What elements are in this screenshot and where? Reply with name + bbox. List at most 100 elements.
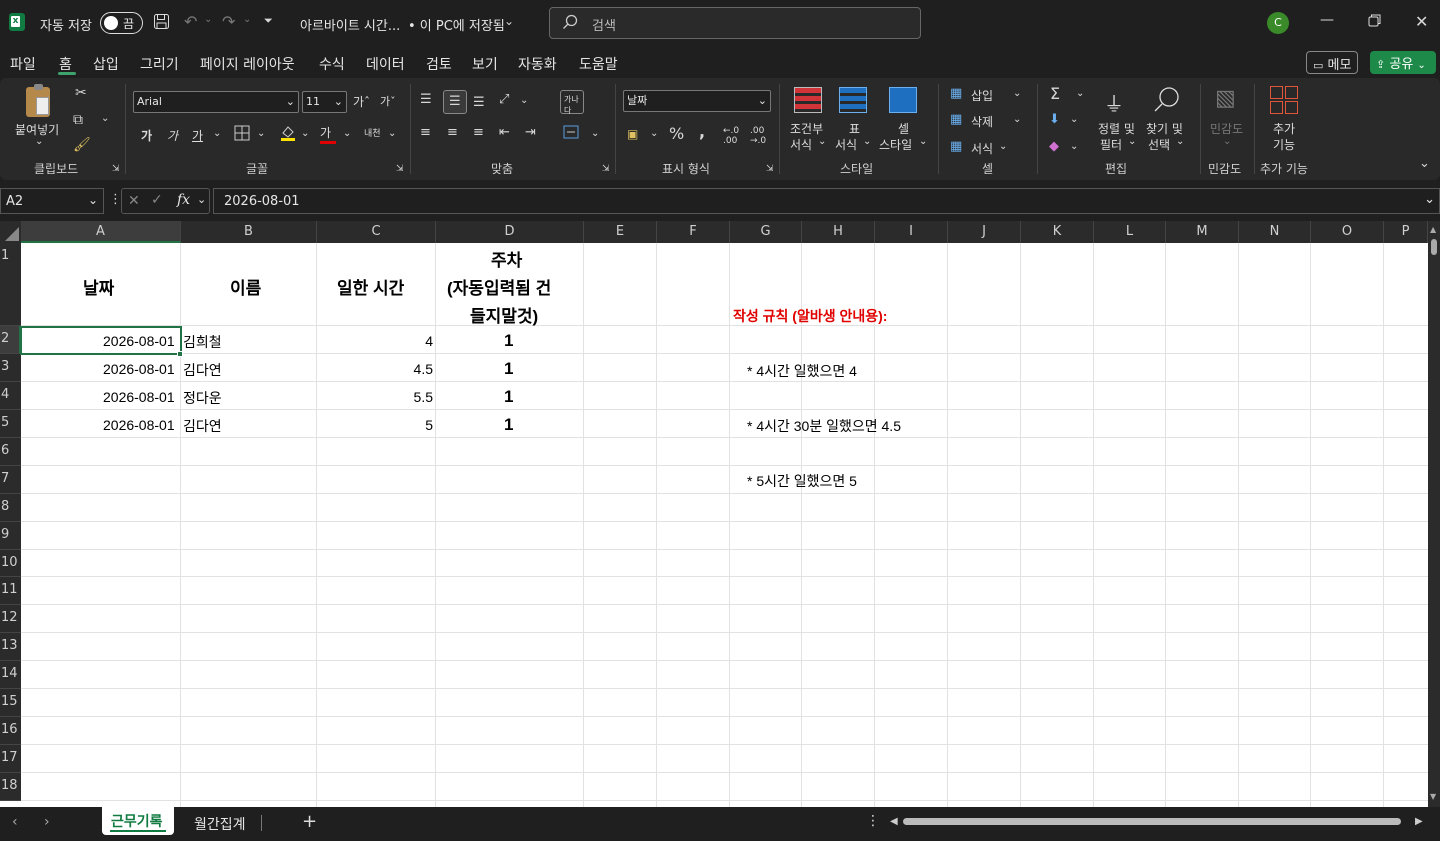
tab-data[interactable]: 데이터 [366, 54, 405, 74]
border-chevron-icon[interactable]: ⌄ [257, 128, 265, 139]
column-header-e[interactable]: E [584, 221, 657, 243]
insert-function-chevron-icon[interactable]: ⌄ [197, 193, 206, 206]
cell-c4[interactable]: 5.5 [414, 389, 433, 405]
align-left-icon[interactable]: ≡ [420, 125, 431, 140]
row-header-9[interactable]: 9 [0, 522, 21, 550]
clipboard-launcher-icon[interactable]: ⇲ [112, 164, 120, 174]
row-header-7[interactable]: 7 [0, 466, 21, 494]
column-header-f[interactable]: F [657, 221, 730, 243]
cell-styles-button[interactable]: 셀 스타일 ⌄ [879, 86, 929, 154]
insert-cells-chevron-icon[interactable]: ⌄ [1013, 88, 1021, 99]
font-size-dropdown[interactable]: 11 ⌄ [302, 91, 347, 113]
delete-cells-icon[interactable]: ▦ [950, 112, 962, 127]
autosave-toggle[interactable]: 끔 [100, 12, 143, 34]
cell-d5[interactable]: 1 [504, 415, 513, 435]
row-header-12[interactable]: 12 [0, 605, 21, 633]
column-header-j[interactable]: J [948, 221, 1021, 243]
tab-home[interactable]: 홈 [59, 54, 72, 74]
notes-title[interactable]: 작성 규칙 (알바생 안내용): [733, 306, 887, 326]
row-header-11[interactable]: 11 [0, 577, 21, 605]
align-right-icon[interactable]: ≡ [473, 125, 484, 140]
delete-cells-chevron-icon[interactable]: ⌄ [1013, 114, 1021, 125]
accounting-icon[interactable]: ▣ [627, 127, 638, 141]
decrease-decimal-icon[interactable]: .00 →.0 [750, 126, 766, 146]
format-painter-icon[interactable]: 🖌 [73, 137, 91, 153]
header-name[interactable]: 이름 [230, 274, 261, 299]
align-middle-button[interactable]: ☰ [443, 90, 467, 114]
header-date[interactable]: 날짜 [83, 274, 114, 299]
row-header-15[interactable]: 15 [0, 689, 21, 717]
decrease-indent-icon[interactable]: ⇤ [499, 125, 510, 140]
column-header-m[interactable]: M [1166, 221, 1239, 243]
bold-icon[interactable]: 가 [141, 127, 152, 144]
cell-c5[interactable]: 5 [425, 417, 433, 433]
scroll-left-icon[interactable]: ◀ [890, 816, 898, 827]
note-line-1[interactable]: * 4시간 일했으면 4 [747, 361, 857, 381]
merge-chevron-icon[interactable]: ⌄ [591, 128, 599, 139]
add-sheet-button[interactable]: + [302, 811, 317, 832]
note-line-2[interactable]: * 4시간 30분 일했으면 4.5 [747, 416, 901, 436]
column-header-k[interactable]: K [1021, 221, 1094, 243]
horizontal-scroll-thumb[interactable] [903, 818, 1401, 825]
column-header-c[interactable]: C [317, 221, 436, 243]
percent-icon[interactable]: % [669, 124, 684, 143]
row-header-10[interactable]: 10 [0, 550, 21, 577]
wrap-text-button[interactable]: 가나 다 [560, 90, 584, 115]
conditional-format-button[interactable]: 조건부 서식 ⌄ [788, 86, 830, 154]
scroll-down-icon[interactable]: ▼ [1430, 792, 1436, 801]
customize-qat-icon[interactable]: ⏷ [264, 14, 273, 28]
italic-icon[interactable]: 가 [167, 127, 178, 144]
cell-b3[interactable]: 김다연 [183, 360, 222, 380]
format-cells-label[interactable]: 서식 [971, 140, 993, 157]
column-header-h[interactable]: H [802, 221, 875, 243]
header-hours[interactable]: 일한 시간 [337, 274, 404, 299]
tab-options-icon[interactable]: ⋮ [866, 813, 880, 829]
title-chevron-down-icon[interactable]: ⌄ [504, 14, 514, 28]
find-select-button[interactable]: 찾기 및 선택 ⌄ [1144, 86, 1190, 154]
row-header-5[interactable]: 5 [0, 410, 21, 438]
tab-view[interactable]: 보기 [472, 54, 498, 74]
number-format-dropdown[interactable]: 날짜 ⌄ [623, 90, 771, 112]
fill-color-icon[interactable] [280, 124, 296, 146]
share-button[interactable]: ⇪ 공유 ⌄ [1370, 51, 1436, 74]
tab-page-layout[interactable]: 페이지 레이아웃 [200, 54, 295, 74]
minimize-icon[interactable]: — [1320, 12, 1334, 28]
avatar[interactable]: C [1267, 12, 1289, 34]
copy-icon[interactable]: ⧉ [73, 112, 83, 128]
addins-button[interactable]: 추가 기능 [1262, 86, 1308, 154]
cell-b4[interactable]: 정다운 [183, 388, 222, 408]
tab-draw[interactable]: 그리기 [140, 54, 179, 74]
column-header-d[interactable]: D [436, 221, 584, 243]
phonetic-chevron-icon[interactable]: ⌄ [388, 128, 396, 139]
row-header-18[interactable]: 18 [0, 773, 21, 801]
restore-icon[interactable] [1368, 14, 1381, 31]
cell-c2[interactable]: 4 [425, 333, 433, 349]
insert-cells-icon[interactable]: ▦ [950, 86, 962, 101]
column-header-l[interactable]: L [1094, 221, 1166, 243]
search-box[interactable]: 검색 [549, 7, 921, 39]
orientation-icon[interactable]: ⤢ [499, 92, 509, 107]
insert-cells-label[interactable]: 삽입 [971, 87, 993, 104]
cancel-entry-icon[interactable]: ✕ [128, 193, 140, 209]
insert-function-icon[interactable]: fx [177, 192, 190, 208]
clear-icon[interactable]: ◆ [1049, 139, 1059, 154]
header-week-line2[interactable]: (자동입력됨 건 [447, 274, 551, 299]
tab-insert[interactable]: 삽입 [93, 54, 119, 74]
row-header-17[interactable]: 17 [0, 745, 21, 773]
comma-icon[interactable]: , [699, 122, 705, 141]
underline-chevron-icon[interactable]: ⌄ [213, 128, 221, 139]
merge-center-icon[interactable] [563, 125, 579, 143]
cell-d4[interactable]: 1 [504, 387, 513, 407]
sheet-tab-active[interactable]: 근무기록 [102, 807, 174, 835]
align-top-icon[interactable]: ☰ [420, 92, 432, 107]
column-header-i[interactable]: I [875, 221, 948, 243]
row-header-8[interactable]: 8 [0, 494, 21, 522]
row-header-1[interactable]: 1 [0, 243, 21, 326]
alignment-launcher-icon[interactable]: ⇲ [602, 164, 610, 174]
tab-help[interactable]: 도움말 [579, 54, 618, 74]
column-header-b[interactable]: B [181, 221, 317, 243]
column-header-a[interactable]: A [21, 221, 181, 243]
cell-a4[interactable]: 2026-08-01 [103, 389, 175, 405]
redo-icon[interactable]: ↷ [222, 12, 235, 31]
vertical-scrollbar[interactable]: ▲ ▼ [1428, 221, 1440, 807]
